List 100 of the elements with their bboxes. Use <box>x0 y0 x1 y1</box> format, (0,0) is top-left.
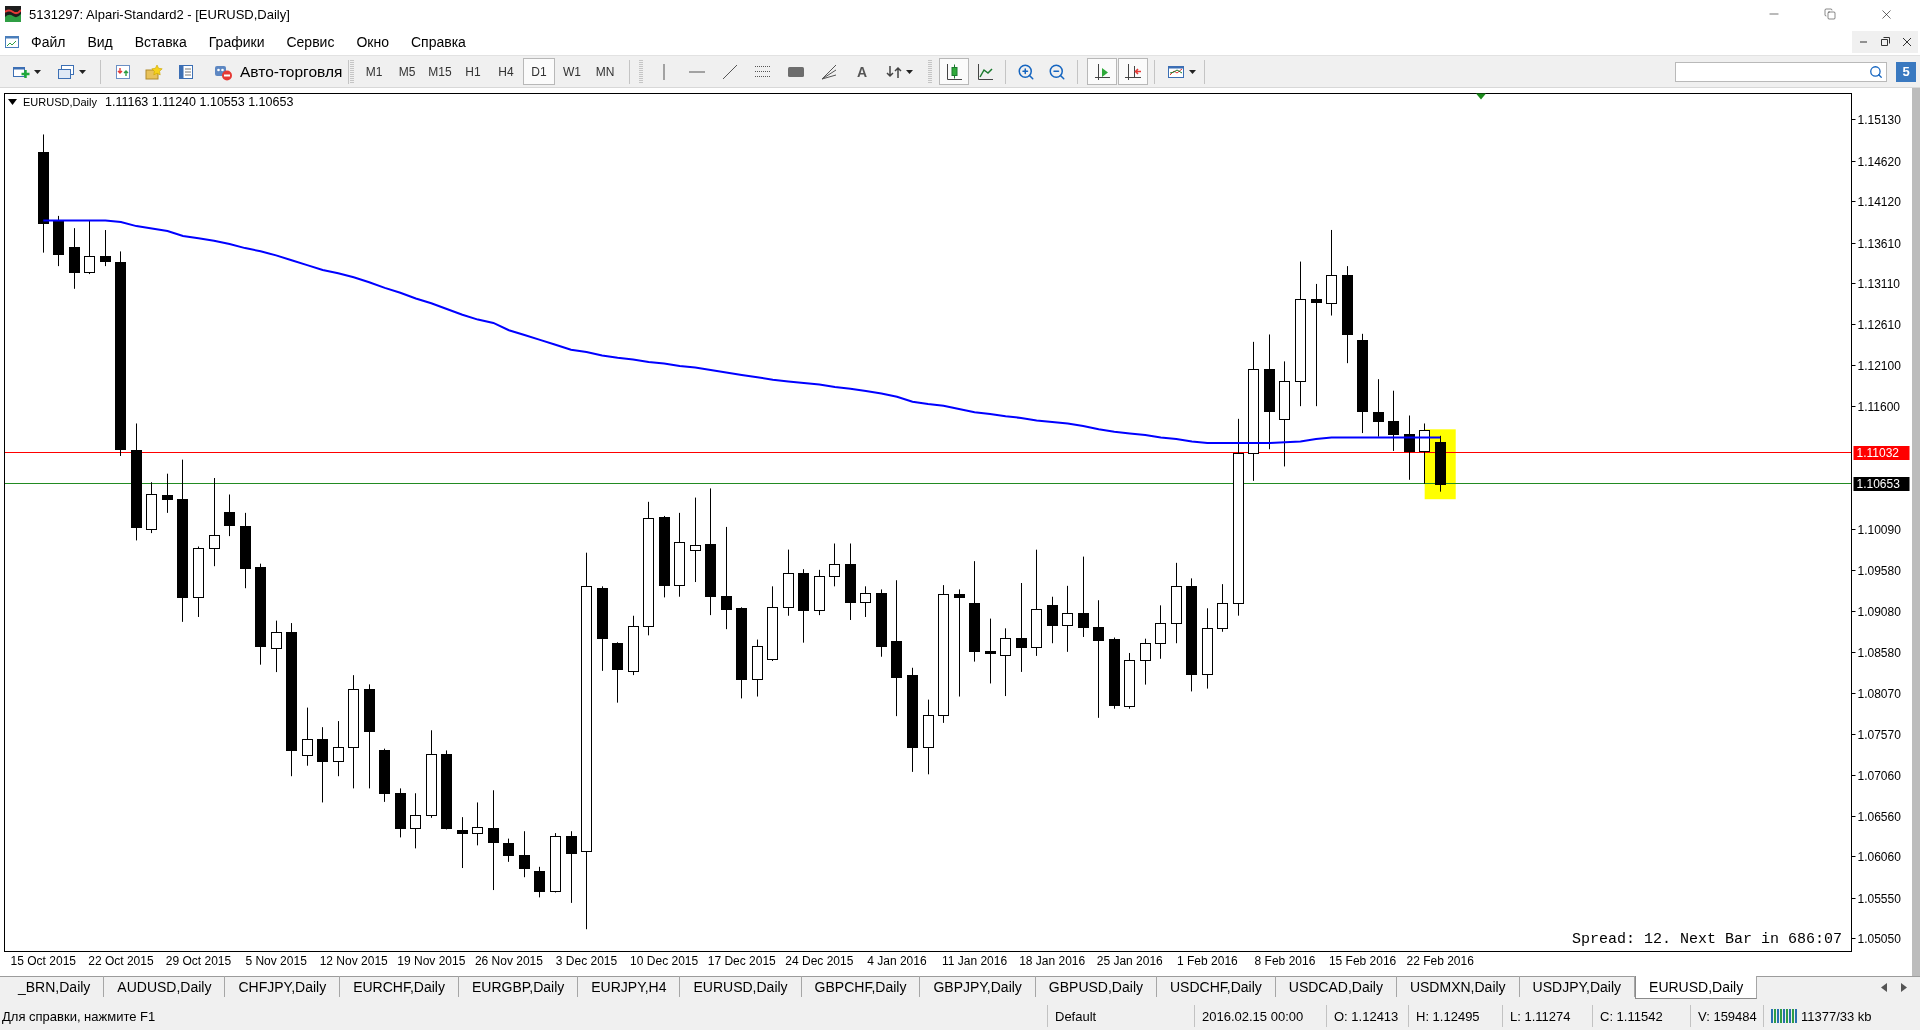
timeframe-button[interactable]: MN <box>589 58 621 85</box>
chart-window-icon <box>1166 63 1185 80</box>
candlestick <box>1388 390 1399 452</box>
search-field[interactable] <box>1675 61 1887 82</box>
candlestick <box>1435 435 1446 493</box>
menu-item[interactable]: Файл <box>20 30 77 53</box>
menu-item[interactable]: Окно <box>345 30 400 53</box>
menu-item[interactable]: Вид <box>76 30 124 53</box>
candlestick <box>333 720 344 777</box>
date-axis-label: 22 Oct 2015 <box>88 953 154 968</box>
price-axis-label: 1.15130 <box>1857 113 1901 128</box>
autotrading-button[interactable]: Авто-торговля <box>203 58 345 85</box>
date-axis-label: 12 Nov 2015 <box>319 953 388 968</box>
chart-tab[interactable]: EURGBP,Daily <box>458 976 579 997</box>
date-axis-label: 10 Dec 2015 <box>630 953 699 968</box>
candlestick <box>829 543 840 587</box>
star-folder-icon <box>145 63 163 80</box>
candlestick <box>69 227 80 290</box>
left-triangle-icon <box>1881 982 1887 992</box>
date-axis-label: 15 Feb 2016 <box>1328 953 1397 968</box>
menu-item[interactable]: Графики <box>197 30 276 53</box>
date-axis-label: 18 Jan 2016 <box>1019 953 1086 968</box>
candlestick <box>534 866 545 898</box>
timeframe-button[interactable]: M15 <box>424 58 456 85</box>
date-axis-label: 8 Feb 2016 <box>1254 953 1316 968</box>
candlestick <box>1000 627 1011 697</box>
candlestick <box>1419 422 1430 485</box>
quote-arrows-icon <box>115 63 131 80</box>
chart-tab[interactable]: _BRN,Daily <box>5 976 105 997</box>
open-price: O: 1.12413 <box>1334 1008 1399 1024</box>
grip-handle-icon[interactable] <box>639 59 643 84</box>
axis-left-arrow-icon <box>1124 62 1142 81</box>
price-axis-label: 1.11600 <box>1857 400 1900 415</box>
candlestick <box>1373 378 1384 438</box>
community-button[interactable]: 5 <box>1896 61 1916 82</box>
restore-icon <box>1880 37 1890 46</box>
grip-handle-icon[interactable] <box>928 59 932 84</box>
menu-item[interactable]: Сервис <box>275 30 346 53</box>
candlestick <box>985 618 996 684</box>
candlestick <box>100 229 111 267</box>
collapse-triangle-icon[interactable] <box>8 99 17 105</box>
text-tool-button[interactable]: A <box>846 58 878 85</box>
spread-info: Spread: 12. Next Bar in 686:07 <box>1571 931 1842 948</box>
candlestick <box>457 816 468 869</box>
candlestick <box>1217 583 1228 633</box>
price-axis-label: 1.05050 <box>1857 932 1901 947</box>
date-axis-label: 29 Oct 2015 <box>165 953 232 968</box>
chart-tab[interactable]: GBPJPY,Daily <box>920 976 1036 997</box>
ref-line-label: 1.10653 <box>1856 477 1901 492</box>
vertical-line-icon <box>663 63 665 80</box>
chart-tab[interactable]: AUDUSD,Daily <box>104 976 226 997</box>
triangle-marker-icon <box>1476 93 1486 100</box>
candlestick <box>271 620 282 673</box>
timeframe-button[interactable]: D1 <box>523 58 555 85</box>
dotted-lines-icon <box>755 66 771 77</box>
view-toggle-button[interactable] <box>1118 58 1148 85</box>
date-axis-label: 26 Nov 2015 <box>474 953 543 968</box>
candlestick <box>1124 652 1135 710</box>
timeframe-button[interactable]: W1 <box>556 58 588 85</box>
timeframe-button[interactable]: M5 <box>391 58 423 85</box>
view-toggle-button[interactable] <box>1087 58 1117 85</box>
chart-window-icon <box>4 33 20 50</box>
help-hint: Для справки, нажмите F1 <box>2 1008 156 1024</box>
chart-tab[interactable]: USDCHF,Daily <box>1157 976 1276 997</box>
chart-tab[interactable]: EURUSD,Daily <box>1635 976 1758 999</box>
stacked-windows-icon <box>56 63 75 80</box>
price-axis-label: 1.07060 <box>1857 769 1901 784</box>
chart-tab[interactable]: EURCHF,Daily <box>340 976 459 997</box>
candlestick <box>162 473 173 514</box>
chart-tab[interactable]: EURUSD,Daily <box>680 976 802 997</box>
timeframe-button[interactable]: M1 <box>358 58 390 85</box>
chart-type-button[interactable] <box>939 58 969 85</box>
candlestick <box>860 585 871 618</box>
price-axis-label: 1.07570 <box>1857 727 1901 742</box>
candlestick <box>752 639 763 698</box>
close-icon <box>1903 37 1911 46</box>
chart-tab[interactable]: USDCAD,Daily <box>1275 976 1397 997</box>
price-axis-label: 1.13610 <box>1857 236 1901 251</box>
date-axis-label: 22 Feb 2016 <box>1406 953 1474 968</box>
timeframe-button[interactable]: H4 <box>490 58 522 85</box>
chart-tab[interactable]: GBPUSD,Daily <box>1035 976 1157 997</box>
menu-item[interactable]: Справка <box>399 30 477 53</box>
grip-handle-icon[interactable] <box>350 59 354 84</box>
chart-tab[interactable]: CHFJPY,Daily <box>225 976 341 997</box>
caret-icon <box>78 69 86 74</box>
candlestick <box>193 546 204 618</box>
window-title: 5131297: Alpari-Standard2 - [EURUSD,Daily] <box>29 6 290 22</box>
menu-item[interactable]: Вставка <box>123 30 198 53</box>
rectangle-icon <box>788 66 804 77</box>
candlestick <box>1047 596 1058 644</box>
chart-tab[interactable]: EURJPY,H4 <box>578 976 681 997</box>
timeframe-button[interactable]: H1 <box>457 58 489 85</box>
axis-play-icon <box>1093 62 1111 81</box>
fan-lines-icon <box>821 63 837 80</box>
caret-icon <box>33 69 41 74</box>
price-axis-label: 1.12100 <box>1857 359 1901 374</box>
candlestick <box>1140 638 1151 686</box>
chart-tab[interactable]: USDMXN,Daily <box>1396 976 1520 997</box>
bar-time: 2016.02.15 00:00 <box>1202 1008 1304 1024</box>
chart-tab[interactable]: GBPCHF,Daily <box>801 976 921 997</box>
